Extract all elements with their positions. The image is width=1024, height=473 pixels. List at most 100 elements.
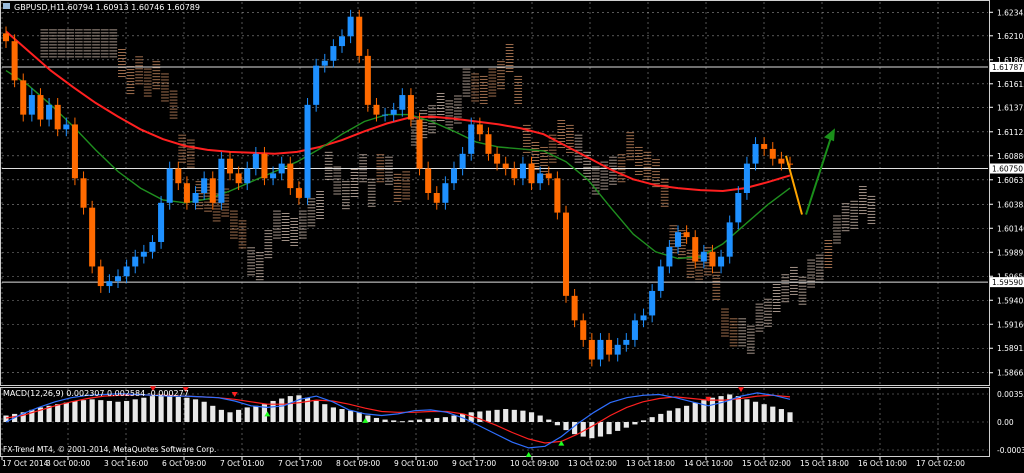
cloud-dot-row	[575, 147, 583, 148]
candle-body	[692, 237, 698, 261]
cloud-dot-row	[66, 50, 74, 51]
cloud-dot-row	[463, 69, 471, 70]
cloud-dot-row	[135, 80, 143, 81]
cloud-dot-row	[738, 330, 746, 331]
cloud-dot-row	[549, 135, 557, 136]
x-tick-label: 7 Oct 17:00	[278, 459, 322, 468]
cloud-dot-row	[75, 32, 83, 33]
candle-body	[98, 266, 104, 286]
cloud-dot-row	[161, 77, 169, 78]
cloud-dot-row	[730, 321, 738, 322]
y-tick-label: 1.59160	[997, 320, 1024, 329]
y-tick-label: 1.58665	[997, 369, 1024, 378]
cloud-dot-row	[187, 164, 195, 165]
candle-body	[167, 169, 173, 203]
cloud-dot-row	[299, 214, 307, 215]
chart-window[interactable]: 1.617871.607501.59590 1.623451.621051.61…	[0, 0, 1024, 469]
cloud-dot-row	[84, 41, 92, 42]
cloud-dot-row	[282, 234, 290, 235]
cloud-dot-row	[661, 179, 669, 180]
cloud-dot-row	[170, 118, 178, 119]
cloud-dot-row	[454, 96, 462, 97]
cloud-dot-row	[101, 29, 109, 30]
macd-histogram-bar	[115, 402, 120, 422]
cloud-dot-row	[695, 276, 703, 277]
cloud-dot-row	[101, 56, 109, 57]
cloud-dot-row	[704, 268, 712, 269]
chart-svg[interactable]: 1.617871.607501.59590 1.623451.621051.61…	[0, 0, 1024, 469]
cloud-dot-row	[669, 225, 677, 226]
cloud-dot-row	[308, 225, 316, 226]
cloud-dot-row	[566, 152, 574, 153]
cloud-dot-row	[368, 197, 376, 198]
y-tick-label: 1.58915	[997, 344, 1024, 353]
cloud-dot-row	[308, 207, 316, 208]
cloud-dot-row	[842, 209, 850, 210]
cloud-dot-row	[92, 38, 100, 39]
cloud-dot-row	[756, 307, 764, 308]
candle-body	[451, 169, 457, 184]
cloud-dot-row	[488, 72, 496, 73]
macd-histogram-bar	[72, 401, 77, 422]
candle-body	[511, 169, 517, 179]
cloud-dot-row	[626, 156, 634, 157]
cloud-dot-row	[842, 224, 850, 225]
cloud-dot-row	[316, 209, 324, 210]
cloud-dot-row	[471, 86, 479, 87]
cloud-dot-row	[325, 176, 333, 177]
cloud-dot-row	[644, 176, 652, 177]
cloud-dot-row	[557, 138, 565, 139]
cloud-dot-row	[152, 76, 160, 77]
cloud-dot-row	[428, 108, 436, 109]
macd-histogram-bar	[753, 402, 758, 422]
cloud-dot-row	[264, 236, 272, 237]
cloud-dot-row	[583, 161, 591, 162]
cloud-dot-row	[58, 50, 66, 51]
cloud-dot-row	[273, 217, 281, 218]
cloud-dot-row	[376, 166, 384, 167]
cloud-dot-row	[488, 93, 496, 94]
cloud-dot-row	[868, 196, 876, 197]
cloud-dot-row	[497, 61, 505, 62]
cloud-dot-row	[816, 261, 824, 262]
cloud-dot-row	[454, 117, 462, 118]
cloud-dot-row	[333, 188, 341, 189]
cloud-dot-row	[230, 235, 238, 236]
cloud-dot-row	[738, 342, 746, 343]
cloud-dot-row	[135, 83, 143, 84]
cloud-dot-row	[807, 266, 815, 267]
cloud-dot-row	[695, 270, 703, 271]
cloud-dot-row	[394, 186, 402, 187]
cloud-dot-row	[454, 105, 462, 106]
cloud-dot-row	[92, 56, 100, 57]
macd-histogram-bar	[589, 422, 594, 438]
cloud-dot-row	[747, 350, 755, 351]
cloud-dot-row	[299, 229, 307, 230]
cloud-dot-row	[437, 102, 445, 103]
symbol-collapse-icon[interactable]	[3, 3, 10, 9]
cloud-dot-row	[290, 224, 298, 225]
macd-histogram-bar	[348, 411, 353, 422]
cloud-dot-row	[135, 59, 143, 60]
cloud-dot-row	[669, 231, 677, 232]
cloud-dot-row	[704, 247, 712, 248]
cloud-dot-row	[290, 230, 298, 231]
cloud-dot-row	[790, 276, 798, 277]
cloud-dot-row	[781, 292, 789, 293]
cloud-dot-row	[325, 167, 333, 168]
cloud-dot-row	[626, 150, 634, 151]
cloud-dot-row	[506, 44, 514, 45]
cloud-dot-row	[230, 232, 238, 233]
cloud-dot-row	[230, 217, 238, 218]
cloud-dot-row	[394, 174, 402, 175]
candle-body	[615, 345, 621, 355]
cloud-dot-row	[161, 95, 169, 96]
cloud-dot-row	[781, 277, 789, 278]
cloud-dot-row	[514, 79, 522, 80]
macd-histogram-bar	[538, 416, 543, 422]
cloud-dot-row	[540, 156, 548, 157]
cloud-dot-row	[342, 202, 350, 203]
cloud-dot-row	[178, 135, 186, 136]
cloud-dot-row	[264, 233, 272, 234]
cloud-dot-row	[385, 175, 393, 176]
